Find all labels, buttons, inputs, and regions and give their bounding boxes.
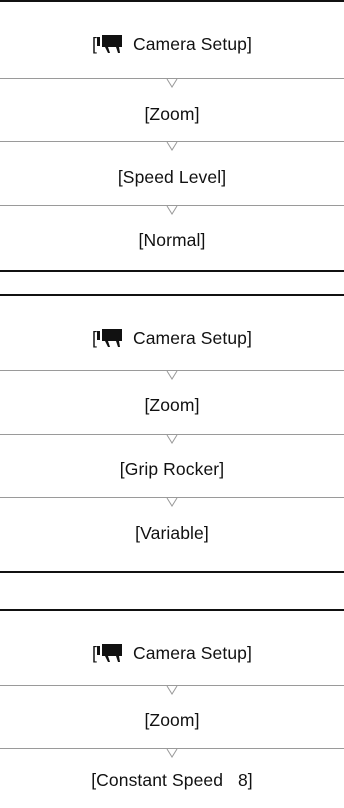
menu-step-constant-speed: [Constant Speed 8] [91,769,253,790]
block-2-bottom-rule [0,571,344,573]
menu-step-camera-setup: [ Camera Setup] [0,625,344,681]
block-2-top-rule [0,294,344,296]
menu-step-zoom: [Zoom] [144,103,200,124]
movie-camera-icon [96,329,122,347]
menu-step-camera-setup: [ Camera Setup] [0,310,344,366]
block-1-bottom-rule [0,270,344,272]
menu-step-zoom: [Zoom] [144,709,200,730]
menu-step-label: Camera Setup] [132,327,252,348]
menu-step-speed-level: [Speed Level] [117,166,227,187]
menu-step-normal: [Normal] [138,229,206,250]
movie-camera-icon [96,644,122,662]
menu-step-zoom: [Zoom] [144,394,200,415]
menu-step-variable: [Variable] [135,522,209,543]
menu-step-label: Camera Setup] [132,33,252,54]
menu-step-grip-rocker: [Grip Rocker] [119,458,225,479]
menu-step-camera-setup: [ Camera Setup] [0,16,344,72]
block-1-top-rule [0,0,344,2]
block-3-top-rule [0,609,344,611]
movie-camera-icon [96,35,122,53]
menu-step-label: Camera Setup] [132,642,252,663]
